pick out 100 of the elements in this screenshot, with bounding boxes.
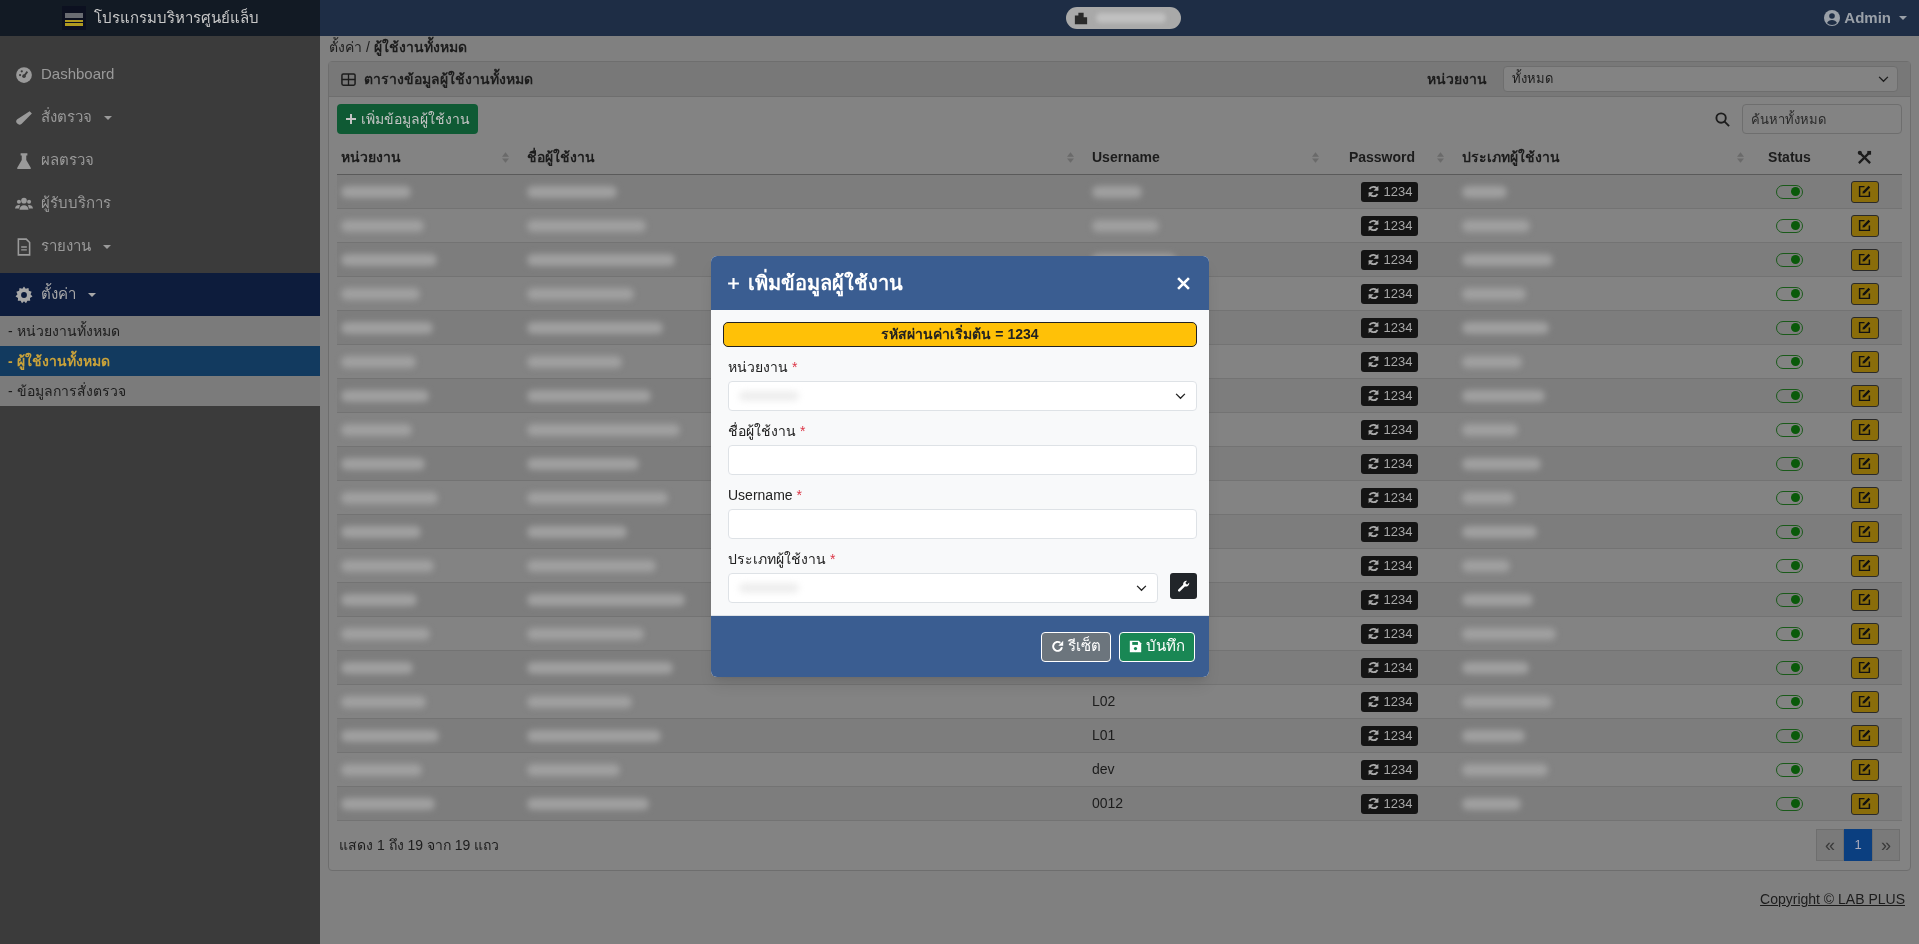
search-field[interactable]: ค้นหาทั้งหมด <box>1742 104 1902 134</box>
select-field[interactable] <box>728 573 1158 603</box>
reset-password-button[interactable]: 1234 <box>1360 657 1419 678</box>
caret-icon <box>1899 16 1907 20</box>
reset-password-button[interactable]: 1234 <box>1360 555 1419 576</box>
reset-password-button[interactable]: 1234 <box>1360 691 1419 712</box>
edit-button[interactable] <box>1850 724 1879 747</box>
sidebar-item[interactable]: ผู้รับบริการ <box>0 182 320 225</box>
save-button[interactable]: บันทึก <box>1119 631 1195 662</box>
select-field[interactable] <box>728 381 1197 411</box>
column-header[interactable]: Status <box>1752 141 1827 174</box>
submenu-item[interactable]: - ข้อมูลการสั่งตรวจ <box>0 376 320 406</box>
reset-password-button[interactable]: 1234 <box>1360 589 1419 610</box>
edit-icon <box>1858 593 1871 606</box>
sidebar-item[interactable]: Dashboard <box>0 53 320 96</box>
column-header[interactable]: หน่วยงาน <box>337 141 517 174</box>
field-label: ชื่อผู้ใช้งาน <box>728 421 796 442</box>
blurred-text <box>1462 729 1525 742</box>
chevron-down-icon <box>1878 75 1889 83</box>
reset-password-button[interactable]: 1234 <box>1360 317 1419 338</box>
sidebar-label: สั่งตรวจ <box>41 106 92 128</box>
edit-button[interactable] <box>1850 180 1879 203</box>
add-user-button[interactable]: เพิ่มข้อมูลผู้ใช้งาน <box>337 104 478 134</box>
column-header[interactable]: Username <box>1082 141 1327 174</box>
edit-button[interactable] <box>1850 350 1879 373</box>
reset-password-button[interactable]: 1234 <box>1360 215 1419 236</box>
sidebar-item[interactable]: ตั้งค่า <box>0 273 320 316</box>
breadcrumb-item[interactable]: ตั้งค่า / <box>329 37 370 58</box>
edit-button[interactable] <box>1850 758 1879 781</box>
edit-button[interactable] <box>1850 384 1879 407</box>
settings-button[interactable] <box>1170 573 1197 599</box>
edit-button[interactable] <box>1850 282 1879 305</box>
reset-button[interactable]: รีเซ็ต <box>1041 631 1111 662</box>
blurred-text <box>1462 593 1533 606</box>
reset-password-button[interactable]: 1234 <box>1360 385 1419 406</box>
edit-icon <box>1858 797 1871 810</box>
breadcrumb-item: ผู้ใช้งานทั้งหมด <box>373 37 467 58</box>
edit-button[interactable] <box>1850 214 1879 237</box>
edit-button[interactable] <box>1850 656 1879 679</box>
reset-password-button[interactable]: 1234 <box>1360 759 1419 780</box>
input-field[interactable] <box>728 509 1197 539</box>
sidebar-item[interactable]: รายงาน <box>0 225 320 268</box>
edit-button[interactable] <box>1850 452 1879 475</box>
blurred-text <box>1462 423 1518 436</box>
pagination-last[interactable]: » <box>1872 829 1900 861</box>
refresh-icon <box>1366 219 1380 232</box>
refresh-icon <box>1366 321 1380 334</box>
reset-password-button[interactable]: 1234 <box>1360 725 1419 746</box>
column-header[interactable]: Password <box>1327 141 1452 174</box>
edit-button[interactable] <box>1850 588 1879 611</box>
app-title: โปรแกรมบริหารศูนย์แล็บ <box>93 7 259 29</box>
edit-button[interactable] <box>1850 622 1879 645</box>
edit-icon <box>1858 253 1871 266</box>
blurred-text <box>341 423 412 436</box>
sidebar-label: ผู้รับบริการ <box>41 193 111 214</box>
chevron-down-icon <box>1175 392 1186 400</box>
refresh-icon <box>1366 593 1380 606</box>
flask-icon <box>15 151 33 170</box>
submenu-item[interactable]: - ผู้ใช้งานทั้งหมด <box>0 346 320 376</box>
document-icon <box>15 237 33 256</box>
filter-select[interactable]: ทั้งหมด <box>1503 66 1898 92</box>
reset-password-button[interactable]: 1234 <box>1360 419 1419 440</box>
blurred-text <box>1092 185 1142 198</box>
column-header[interactable]: ประเภทผู้ใช้งาน <box>1452 141 1752 174</box>
settings-icon <box>15 285 33 304</box>
sort-icon <box>1067 152 1074 163</box>
edit-button[interactable] <box>1850 554 1879 577</box>
sidebar-item[interactable]: สั่งตรวจ <box>0 96 320 139</box>
pagination-page[interactable]: 1 <box>1844 829 1872 861</box>
edit-button[interactable] <box>1850 248 1879 271</box>
copyright-link[interactable]: Copyright © LAB PLUS <box>1760 889 1905 910</box>
edit-button[interactable] <box>1850 792 1879 815</box>
reset-password-button[interactable]: 1234 <box>1360 181 1419 202</box>
blurred-text <box>1462 661 1529 674</box>
wrench-icon <box>1176 579 1191 593</box>
user-menu[interactable]: Admin <box>1824 6 1907 30</box>
column-header[interactable]: ชื่อผู้ใช้งาน <box>517 141 1082 174</box>
blurred-text <box>1462 185 1507 198</box>
submenu-item[interactable]: - หน่วยงานทั้งหมด <box>0 316 320 346</box>
sidebar-item[interactable]: ผลตรวจ <box>0 139 320 182</box>
reset-password-button[interactable]: 1234 <box>1360 283 1419 304</box>
reset-password-button[interactable]: 1234 <box>1360 521 1419 542</box>
reset-password-button[interactable]: 1234 <box>1360 793 1419 814</box>
edit-button[interactable] <box>1850 690 1879 713</box>
edit-button[interactable] <box>1850 418 1879 441</box>
edit-button[interactable] <box>1850 520 1879 543</box>
blurred-text <box>341 661 413 674</box>
reset-password-button[interactable]: 1234 <box>1360 249 1419 270</box>
input-field[interactable] <box>728 445 1197 475</box>
edit-button[interactable] <box>1850 486 1879 509</box>
refresh-icon <box>1366 525 1380 538</box>
refresh-icon <box>1366 695 1380 708</box>
reset-password-button[interactable]: 1234 <box>1360 351 1419 372</box>
reset-password-button[interactable]: 1234 <box>1360 487 1419 508</box>
reset-password-button[interactable]: 1234 <box>1360 623 1419 644</box>
pagination-first[interactable]: « <box>1816 829 1844 861</box>
refresh-icon <box>1366 423 1380 436</box>
edit-button[interactable] <box>1850 316 1879 339</box>
reset-password-button[interactable]: 1234 <box>1360 453 1419 474</box>
required-mark: * <box>800 422 806 441</box>
